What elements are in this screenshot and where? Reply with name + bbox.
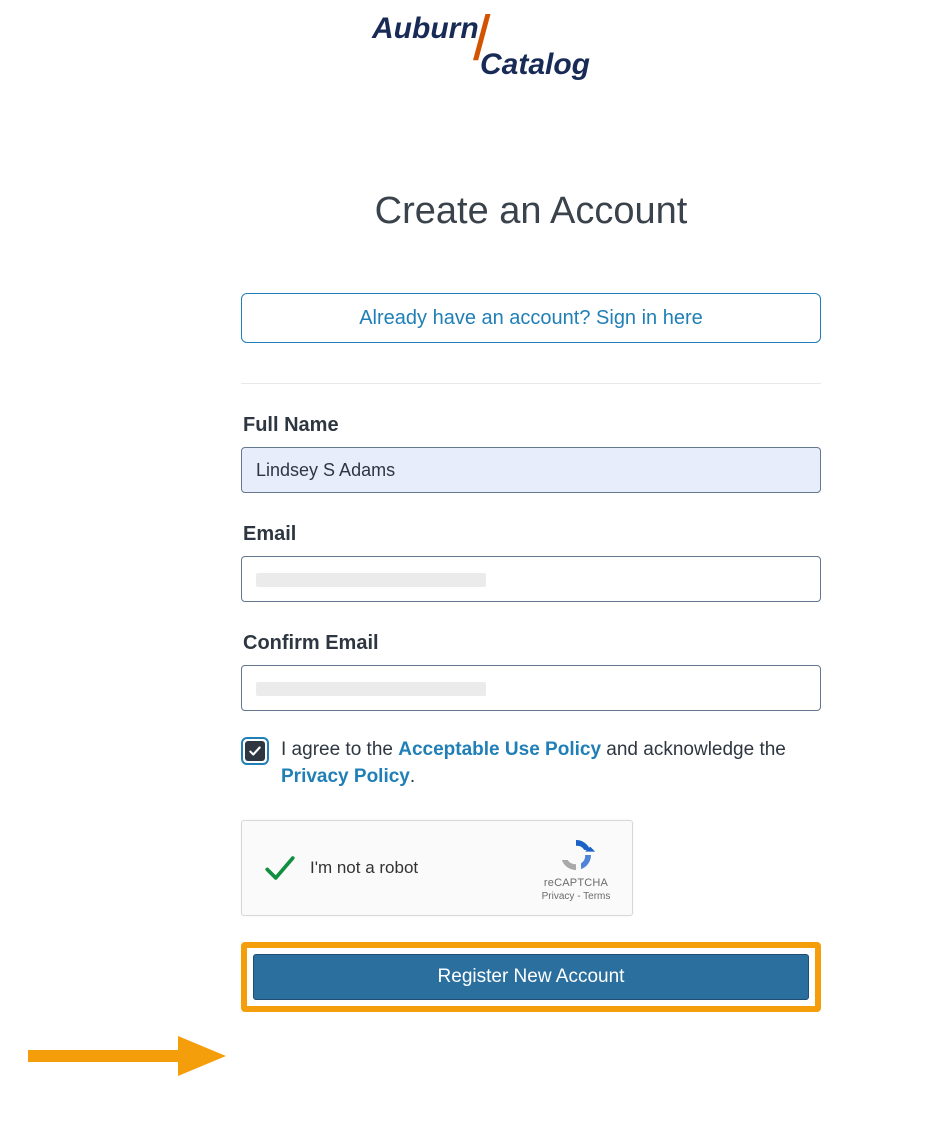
confirm-email-input[interactable] [241,665,821,711]
recaptcha-brand-name: reCAPTCHA [534,877,618,889]
email-label: Email [243,523,821,546]
recaptcha-widget[interactable]: I'm not a robot reCAPTCHA Privacy - Term… [241,820,633,916]
recaptcha-label: I'm not a robot [300,858,534,878]
confirm-email-label: Confirm Email [243,632,821,655]
email-input[interactable] [241,556,821,602]
divider [241,383,821,384]
recaptcha-brand-links: Privacy - Terms [534,891,618,902]
consent-checkbox[interactable] [241,737,269,765]
register-button[interactable]: Register New Account [253,954,809,1000]
full-name-label: Full Name [243,414,821,437]
privacy-policy-link[interactable]: Privacy Policy [281,766,410,787]
brand-word-auburn: Auburn [372,12,479,46]
redacted-confirm-email-icon [256,682,486,696]
redacted-email-icon [256,573,486,587]
brand-word-catalog: Catalog [480,48,590,82]
consent-text: I agree to the Acceptable Use Policy and… [281,737,821,790]
brand-logo: Auburn / Catalog [0,12,944,100]
page-title: Create an Account [241,190,821,233]
annotation-arrow-icon [28,1034,228,1078]
recaptcha-check-icon [260,848,300,888]
register-highlight: Register New Account [241,942,821,1012]
recaptcha-logo-icon [556,835,596,875]
acceptable-use-policy-link[interactable]: Acceptable Use Policy [398,739,601,760]
recaptcha-brand: reCAPTCHA Privacy - Terms [534,835,618,902]
full-name-input[interactable] [241,447,821,493]
sign-in-button[interactable]: Already have an account? Sign in here [241,293,821,343]
check-icon [248,744,262,758]
